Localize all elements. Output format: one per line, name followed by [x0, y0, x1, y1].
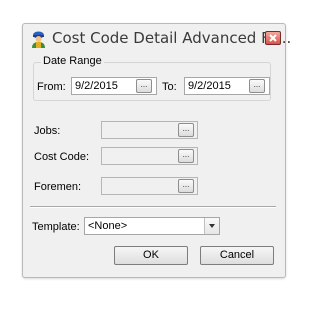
foremen-lookup-button[interactable]: ... [178, 179, 194, 193]
close-button[interactable] [265, 31, 281, 45]
to-label: To: [162, 81, 177, 93]
jobs-lookup-button[interactable]: ... [178, 123, 194, 137]
person-helmet-icon [30, 30, 47, 48]
title-bar[interactable]: Cost Code Detail Advanced Fil... [23, 24, 291, 52]
separator [30, 206, 276, 208]
date-range-legend: Date Range [41, 55, 104, 67]
chevron-down-icon[interactable] [204, 218, 219, 234]
template-selected-value: <None> [88, 220, 128, 232]
from-label: From: [37, 81, 66, 93]
advanced-filter-dialog: Cost Code Detail Advanced Fil... Date Ra… [22, 23, 291, 278]
template-select[interactable]: <None> [84, 217, 220, 235]
from-date-picker-button[interactable]: ... [136, 79, 152, 93]
to-date-picker-button[interactable]: ... [249, 79, 265, 93]
cost-code-label: Cost Code: [34, 151, 90, 163]
close-x-icon [269, 34, 277, 42]
from-date-value: 9/2/2015 [75, 80, 118, 92]
foremen-label: Foremen: [34, 181, 82, 193]
ok-button[interactable]: OK [114, 246, 188, 265]
window-title: Cost Code Detail Advanced Fil... [52, 29, 292, 47]
cost-code-lookup-button[interactable]: ... [178, 149, 194, 163]
cancel-button[interactable]: Cancel [200, 246, 274, 265]
to-date-value: 9/2/2015 [188, 80, 231, 92]
template-label: Template: [32, 221, 80, 233]
jobs-label: Jobs: [34, 125, 61, 137]
